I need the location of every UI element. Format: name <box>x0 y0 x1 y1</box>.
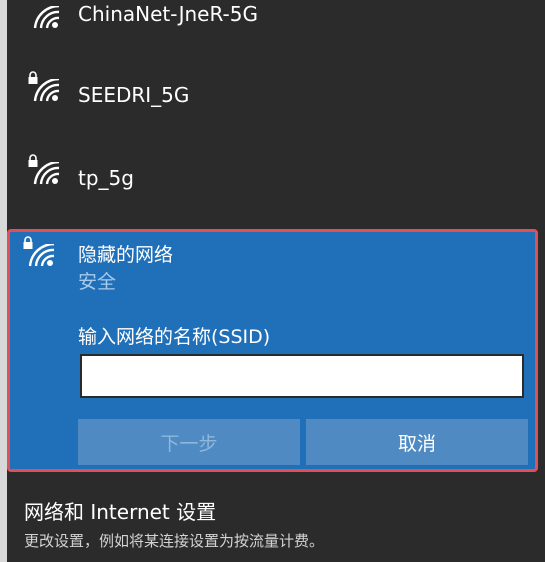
wifi-signal-icon <box>33 162 60 185</box>
cancel-button[interactable]: 取消 <box>306 419 528 465</box>
hidden-network-panel: 隐藏的网络 安全 输入网络的名称(SSID) 下一步 取消 <box>7 229 538 472</box>
next-button[interactable]: 下一步 <box>78 419 300 465</box>
network-name: SEEDRI_5G <box>78 83 190 107</box>
network-item-tp5g[interactable]: tp_5g <box>7 146 545 226</box>
left-window-edge <box>0 0 7 562</box>
secured-wifi-group <box>27 71 61 111</box>
wifi-signal-icon <box>33 79 60 102</box>
secured-wifi-group <box>27 154 61 194</box>
network-item-chinanet[interactable]: ChinaNet-JneR-5G <box>7 0 545 60</box>
network-name: ChinaNet-JneR-5G <box>78 2 258 26</box>
network-name: tp_5g <box>78 166 134 190</box>
wifi-signal-icon <box>28 244 55 267</box>
security-status: 安全 <box>78 271 117 293</box>
ssid-label: 输入网络的名称(SSID) <box>78 326 271 348</box>
network-item-seedri[interactable]: SEEDRI_5G <box>7 63 545 143</box>
network-settings-description: 更改设置，例如将某连接设置为按流量计费。 <box>24 532 325 550</box>
ssid-input[interactable] <box>80 354 524 398</box>
secured-wifi-group <box>22 236 56 276</box>
hidden-network-title: 隐藏的网络 <box>78 244 174 266</box>
network-settings-link[interactable]: 网络和 Internet 设置 <box>24 496 216 525</box>
wifi-signal-icon <box>27 0 61 38</box>
